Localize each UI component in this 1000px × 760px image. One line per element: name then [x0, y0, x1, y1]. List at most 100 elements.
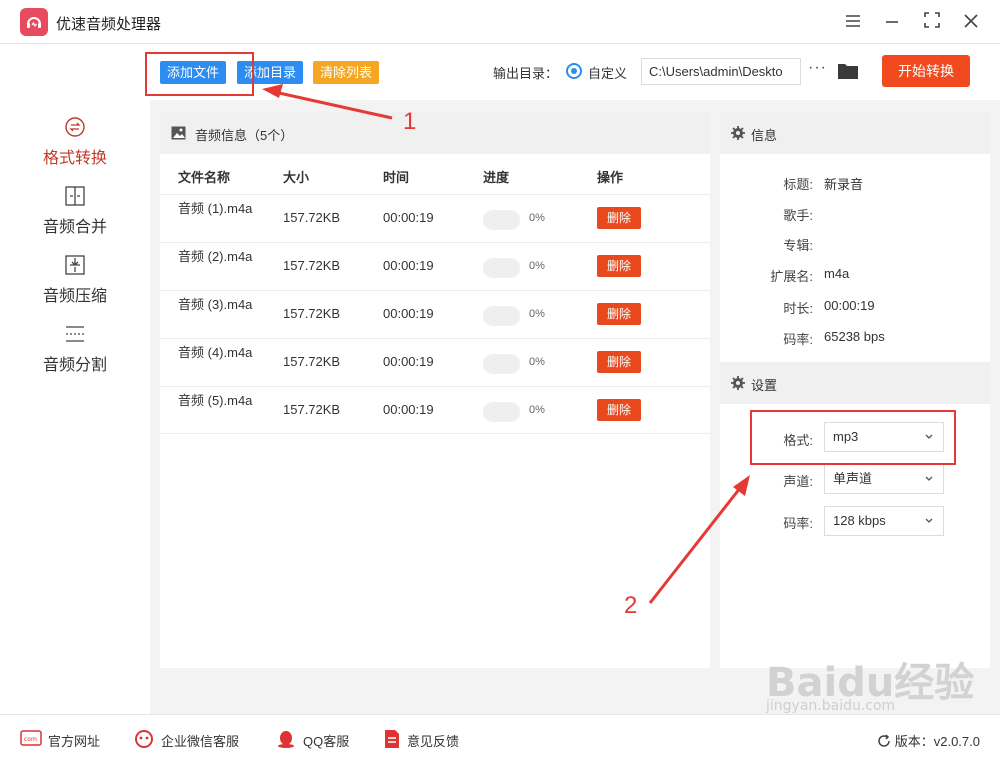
custom-output-radio[interactable] [566, 63, 582, 79]
table-row[interactable]: 音频 (1).m4a 157.72KB 00:00:19 0% 删除 [160, 194, 710, 242]
file-name: 音频 (2).m4a [178, 249, 253, 264]
delete-button[interactable]: 删除 [597, 207, 641, 229]
info-label: 专辑: [783, 238, 813, 253]
svg-text:com: com [24, 736, 37, 743]
sidebar-item-label: 格式转换 [42, 150, 107, 167]
footer-link-wechat[interactable]: 企业微信客服 [133, 729, 253, 749]
footer-link-qq[interactable]: QQ客服 [275, 729, 355, 749]
column-header: 进度 [483, 170, 510, 185]
info-value: 65238 bps [824, 329, 885, 344]
feedback-icon [385, 730, 399, 748]
version-number: v2.0.7.0 [933, 734, 980, 749]
progress-percent: 0% [529, 260, 545, 272]
delete-button[interactable]: 删除 [597, 303, 641, 325]
info-label: 码率: [783, 332, 813, 347]
annotation-number-1: 1 [403, 108, 417, 135]
baidu-watermark: Baidu经验 jingyan.baidu.com [762, 650, 992, 714]
info-row-bitrate: 码率: 65238 bps [720, 329, 990, 349]
more-options-icon[interactable]: ··· [808, 59, 827, 77]
start-convert-button[interactable]: 开始转换 [882, 55, 970, 87]
minimize-icon[interactable] [880, 10, 904, 34]
file-name: 音频 (1).m4a [178, 201, 253, 216]
delete-button[interactable]: 删除 [597, 351, 641, 373]
version-label: 版本： [894, 734, 934, 749]
file-size: 157.72KB [283, 402, 341, 417]
file-duration: 00:00:19 [383, 354, 434, 369]
file-duration: 00:00:19 [383, 402, 434, 417]
close-icon[interactable] [959, 10, 983, 34]
maximize-icon[interactable] [920, 10, 944, 34]
chevron-down-icon [925, 476, 933, 481]
sidebar-item-label: 音频分割 [42, 357, 107, 374]
sidebar-item-format-convert[interactable]: 格式转换 [0, 116, 150, 182]
custom-output-label: 自定义 [588, 66, 628, 81]
setting-label: 声道: [783, 474, 813, 489]
app-logo-icon [20, 8, 48, 36]
output-path-field[interactable]: C:\Users\admin\Deskto [641, 58, 801, 85]
info-label: 歌手: [783, 208, 813, 223]
info-row-extension: 扩展名: m4a [720, 266, 990, 286]
column-header: 操作 [597, 170, 624, 185]
table-header: 文件名称 大小 时间 进度 操作 [160, 154, 710, 192]
setting-label: 码率: [783, 516, 813, 531]
column-header: 大小 [283, 170, 310, 185]
file-duration: 00:00:19 [383, 306, 434, 321]
image-icon [171, 126, 186, 140]
column-header: 文件名称 [178, 170, 231, 185]
footer-link-label: 官方网址 [48, 734, 101, 749]
channel-select[interactable]: 单声道 [824, 464, 944, 494]
file-list-title: 音频信息（5个） [195, 128, 294, 143]
progress-bar [483, 258, 520, 278]
progress-percent: 0% [529, 308, 545, 320]
delete-button[interactable]: 删除 [597, 399, 641, 421]
file-size: 157.72KB [283, 306, 341, 321]
info-row-artist: 歌手: [720, 205, 990, 225]
file-list-panel: 音频信息（5个） 文件名称 大小 时间 进度 操作 音频 (1).m4a 157… [160, 112, 710, 668]
footer-link-website[interactable]: com 官方网址 [20, 729, 110, 749]
file-name: 音频 (3).m4a [178, 297, 253, 312]
refresh-icon[interactable] [877, 734, 891, 748]
file-duration: 00:00:19 [383, 258, 434, 273]
progress-bar [483, 402, 520, 422]
table-row[interactable]: 音频 (2).m4a 157.72KB 00:00:19 0% 删除 [160, 242, 710, 290]
merge-icon [65, 186, 85, 206]
gear-icon [731, 126, 745, 140]
split-icon [66, 326, 84, 342]
info-row-album: 专辑: [720, 235, 990, 255]
file-size: 157.72KB [283, 210, 341, 225]
footer-link-feedback[interactable]: 意见反馈 [383, 729, 473, 749]
delete-button[interactable]: 删除 [597, 255, 641, 277]
folder-icon[interactable] [837, 61, 859, 81]
output-dir-label: 输出目录： [493, 66, 559, 81]
table-row[interactable]: 音频 (3).m4a 157.72KB 00:00:19 0% 删除 [160, 290, 710, 338]
version-info: 版本：v2.0.7.0 [877, 731, 980, 750]
info-value: 新录音 [824, 177, 864, 192]
title-bar: 优速音频处理器 [0, 0, 1000, 44]
clear-list-button[interactable]: 清除列表 [313, 61, 380, 84]
table-row[interactable]: 音频 (4).m4a 157.72KB 00:00:19 0% 删除 [160, 338, 710, 386]
progress-percent: 0% [529, 212, 545, 224]
progress-bar [483, 210, 520, 230]
file-name: 音频 (4).m4a [178, 345, 253, 360]
sidebar-item-audio-split[interactable]: 音频分割 [0, 323, 150, 389]
annotation-box-format [750, 410, 956, 465]
sidebar-item-audio-merge[interactable]: 音频合并 [0, 185, 150, 251]
sidebar-item-label: 音频压缩 [42, 288, 107, 305]
file-list-header: 音频信息（5个） [160, 112, 710, 154]
info-value: m4a [824, 266, 850, 281]
column-header: 时间 [383, 170, 410, 185]
info-settings-panel: 信息 标题: 新录音 歌手: 专辑: 扩展名: m4a 时长: 00:00:19… [720, 112, 990, 668]
settings-title: 设置 [751, 378, 778, 393]
file-duration: 00:00:19 [383, 210, 434, 225]
sidebar-item-audio-compress[interactable]: 音频压缩 [0, 254, 150, 320]
menu-icon[interactable] [841, 10, 865, 34]
info-row-title: 标题: 新录音 [720, 174, 990, 194]
chevron-down-icon [925, 518, 933, 523]
info-label: 标题: [783, 177, 813, 192]
bitrate-select[interactable]: 128 kbps [824, 506, 944, 536]
table-row[interactable]: 音频 (5).m4a 157.72KB 00:00:19 0% 删除 [160, 386, 710, 434]
toolbar: 添加文件 添加目录 清除列表 输出目录： 自定义 C:\Users\admin\… [150, 44, 1000, 100]
settings-header: 设置 [720, 362, 990, 404]
bitrate-select-value: 128 kbps [833, 513, 886, 528]
footer: com 官方网址 企业微信客服 QQ客服 意见反馈 版本：v2.0.7.0 [0, 714, 1000, 760]
